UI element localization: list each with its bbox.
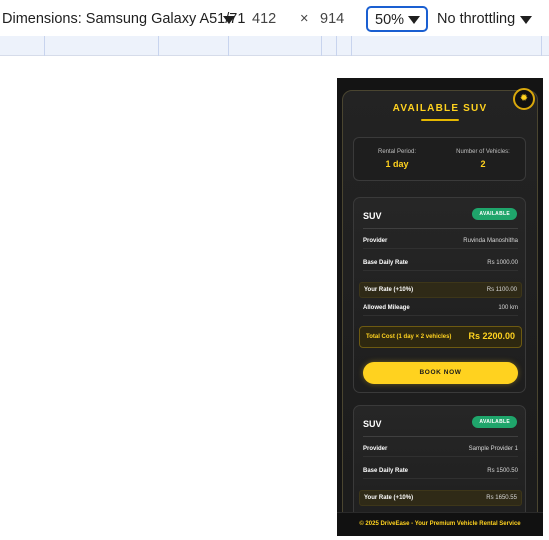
your-rate-row: Your Rate (+10%) Rs 1100.00 bbox=[359, 282, 522, 298]
provider-label: Provider bbox=[363, 238, 388, 244]
base-rate-row: Base Daily Rate Rs 1000.00 bbox=[363, 257, 518, 271]
chevron-down-icon[interactable] bbox=[520, 16, 532, 24]
page-title: AVAILABLE SUV bbox=[392, 103, 488, 114]
title-underline bbox=[421, 119, 459, 121]
status-badge: AVAILABLE bbox=[472, 208, 517, 220]
chevron-down-icon[interactable] bbox=[223, 16, 235, 24]
vehicle-type: SUV bbox=[363, 419, 382, 429]
chevron-down-icon bbox=[408, 16, 420, 24]
devtools-toolbar: Dimensions: Samsung Galaxy A51/71 412 × … bbox=[0, 0, 549, 38]
device-viewport: ✹ AVAILABLE SUV Rental Period: 1 day Num… bbox=[337, 78, 543, 536]
base-rate-row: Base Daily Rate Rs 1500.50 bbox=[363, 465, 518, 479]
throttling-selector[interactable]: No throttling bbox=[437, 11, 515, 27]
ruler-segment[interactable] bbox=[45, 36, 159, 56]
base-rate-value: Rs 1500.50 bbox=[487, 468, 518, 474]
rental-info-box: Rental Period: 1 day Number of Vehicles:… bbox=[353, 137, 526, 181]
ruler-segment[interactable] bbox=[337, 36, 352, 56]
ruler-segment[interactable] bbox=[322, 36, 337, 56]
footer: © 2025 DriveEase - Your Premium Vehicle … bbox=[337, 512, 543, 536]
device-selector[interactable]: Dimensions: Samsung Galaxy A51/71 bbox=[2, 11, 245, 27]
ruler-segment[interactable] bbox=[229, 36, 322, 56]
provider-row: Provider Sample Provider 1 bbox=[363, 443, 518, 457]
rental-period-value: 1 day bbox=[385, 159, 409, 169]
total-cost-value: Rs 2200.00 bbox=[468, 331, 515, 341]
your-rate-value: Rs 1100.00 bbox=[486, 287, 517, 293]
rental-period: Rental Period: 1 day bbox=[354, 149, 440, 169]
zoom-selector[interactable]: 50% bbox=[366, 6, 428, 32]
mileage-label: Allowed Mileage bbox=[363, 305, 410, 311]
your-rate-value: Rs 1650.55 bbox=[486, 495, 517, 501]
vehicle-count-label: Number of Vehicles: bbox=[456, 149, 510, 155]
zoom-value: 50% bbox=[375, 12, 405, 28]
provider-label: Provider bbox=[363, 446, 388, 452]
ruler-segment[interactable] bbox=[159, 36, 229, 56]
dimension-separator: × bbox=[300, 11, 309, 27]
provider-row: Provider Ruvinda Manoshitha bbox=[363, 235, 518, 249]
vehicle-count-value: 2 bbox=[480, 159, 486, 169]
divider bbox=[363, 436, 518, 437]
mileage-value: 100 km bbox=[498, 305, 518, 311]
vehicle-count: Number of Vehicles: 2 bbox=[440, 149, 526, 169]
mileage-row: Allowed Mileage 100 km bbox=[363, 302, 518, 316]
total-cost-label: Total Cost (1 day × 2 vehicles) bbox=[366, 334, 452, 340]
vehicle-type: SUV bbox=[363, 211, 382, 221]
width-input[interactable]: 412 bbox=[252, 11, 276, 27]
rental-period-label: Rental Period: bbox=[377, 149, 417, 155]
your-rate-label: Your Rate (+10%) bbox=[364, 287, 414, 293]
status-badge: AVAILABLE bbox=[472, 416, 517, 428]
provider-value: Ruvinda Manoshitha bbox=[463, 238, 518, 244]
vehicle-card: SUV AVAILABLE Provider Ruvinda Manoshith… bbox=[353, 197, 526, 393]
divider bbox=[363, 228, 518, 229]
total-cost-box: Total Cost (1 day × 2 vehicles) Rs 2200.… bbox=[359, 326, 522, 348]
base-rate-value: Rs 1000.00 bbox=[487, 260, 518, 266]
base-rate-label: Base Daily Rate bbox=[363, 468, 409, 474]
provider-value: Sample Provider 1 bbox=[468, 446, 518, 452]
your-rate-row: Your Rate (+10%) Rs 1650.55 bbox=[359, 490, 522, 506]
your-rate-label: Your Rate (+10%) bbox=[364, 495, 414, 501]
ruler-segment[interactable] bbox=[0, 36, 45, 56]
ruler-segment[interactable] bbox=[352, 36, 542, 56]
height-input[interactable]: 914 bbox=[320, 11, 344, 27]
base-rate-label: Base Daily Rate bbox=[363, 260, 409, 266]
media-query-ruler[interactable] bbox=[0, 36, 549, 56]
book-now-button[interactable]: BOOK NOW bbox=[363, 362, 518, 384]
